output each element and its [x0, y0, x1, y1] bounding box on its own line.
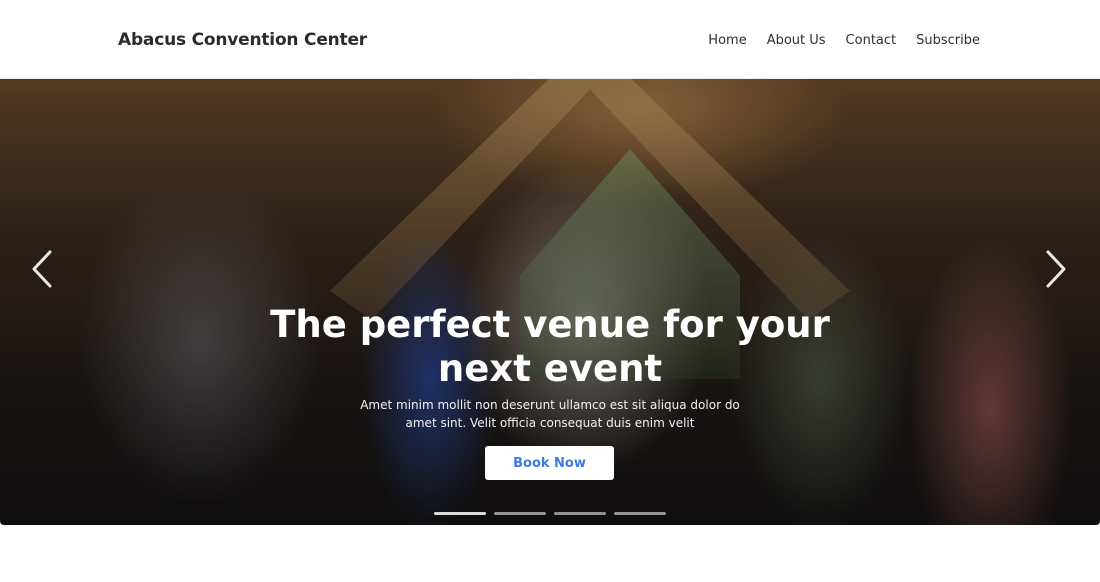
carousel-prev-button[interactable]	[24, 249, 60, 289]
nav-link-subscribe[interactable]: Subscribe	[916, 33, 980, 48]
nav-link-about-us[interactable]: About Us	[767, 33, 826, 48]
book-now-button[interactable]: Book Now	[485, 446, 614, 480]
carousel-indicator-4[interactable]	[614, 512, 666, 515]
site-header: Abacus Convention Center Home About Us C…	[0, 0, 1100, 79]
brand-logo-text[interactable]: Abacus Convention Center	[118, 30, 367, 50]
nav-link-home[interactable]: Home	[708, 33, 746, 48]
page: Abacus Convention Center Home About Us C…	[0, 0, 1100, 582]
carousel-indicators	[434, 512, 666, 515]
hero-subtitle: Amet minim mollit non deserunt ullamco e…	[360, 398, 740, 430]
nav-link-contact[interactable]: Contact	[846, 33, 897, 48]
carousel-indicator-1[interactable]	[434, 512, 486, 515]
hero-carousel: The perfect venue for your next event Am…	[0, 79, 1100, 525]
main-nav: Home About Us Contact Subscribe	[708, 33, 980, 48]
carousel-indicator-2[interactable]	[494, 512, 546, 515]
chevron-right-icon	[1046, 250, 1066, 288]
carousel-indicator-3[interactable]	[554, 512, 606, 515]
chevron-left-icon	[32, 250, 52, 288]
carousel-next-button[interactable]	[1038, 249, 1074, 289]
hero-title: The perfect venue for your next event	[270, 303, 830, 390]
